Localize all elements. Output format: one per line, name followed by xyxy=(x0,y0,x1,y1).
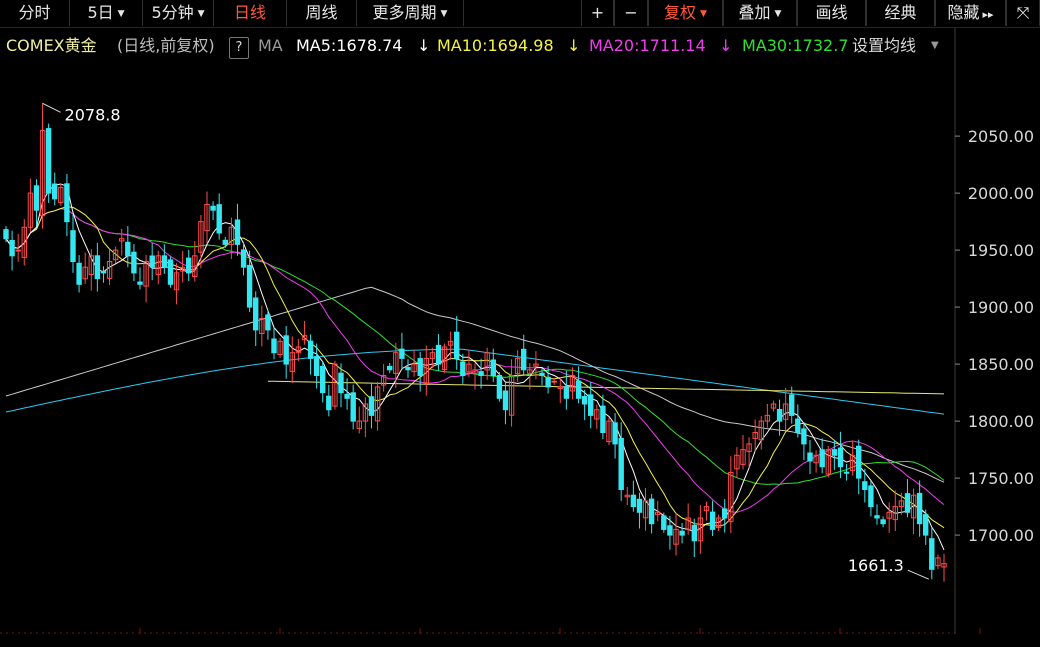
candle-body xyxy=(856,445,862,479)
candle-body xyxy=(545,376,551,388)
candle-body xyxy=(837,447,844,468)
candle-body xyxy=(588,394,594,416)
candle-body xyxy=(265,314,271,331)
candle-body xyxy=(874,515,880,519)
candle-body xyxy=(661,515,667,530)
candle-body xyxy=(125,241,131,257)
annotation-pointer xyxy=(42,102,61,113)
candle-body xyxy=(234,219,241,245)
candle-body xyxy=(100,270,107,274)
candle-body xyxy=(76,262,82,285)
y-tick-label: 2000.00 xyxy=(968,184,1034,203)
y-tick-label: 1750.00 xyxy=(968,469,1034,488)
candle-body xyxy=(149,255,155,268)
candle-body xyxy=(795,418,801,433)
candle-body xyxy=(52,183,58,200)
candle-body xyxy=(521,348,527,371)
candle-body xyxy=(923,514,929,536)
candle-body xyxy=(210,205,216,211)
candle-body xyxy=(636,498,643,513)
candle-body xyxy=(496,375,503,399)
candle-body xyxy=(801,428,807,445)
y-tick-label: 1900.00 xyxy=(968,298,1034,317)
candle-body xyxy=(283,335,289,365)
candle-body xyxy=(575,380,582,399)
candle-body xyxy=(216,204,222,234)
candle-body xyxy=(581,396,588,405)
candle-body xyxy=(320,365,326,394)
candle-body xyxy=(137,281,143,285)
candle-body xyxy=(405,367,411,371)
candle-body xyxy=(70,230,76,262)
candle-body xyxy=(454,331,460,359)
candle-body xyxy=(240,249,247,268)
candle-body xyxy=(916,492,923,525)
candle-body xyxy=(563,386,570,399)
y-tick-label: 1800.00 xyxy=(968,412,1034,431)
candle-body xyxy=(502,390,509,411)
candle-body xyxy=(435,344,442,365)
candle-body xyxy=(679,530,685,536)
candle-body xyxy=(843,471,850,474)
candle-body xyxy=(831,449,838,456)
candle-body xyxy=(45,128,52,194)
candle-body xyxy=(313,356,320,377)
candle-body xyxy=(186,257,192,274)
candle-body xyxy=(691,524,697,542)
candle-body xyxy=(253,297,259,331)
candle-body xyxy=(478,371,484,377)
y-tick-label: 1850.00 xyxy=(968,355,1034,374)
candlestick-chart: 1700.00 1750.00 1800.00 1850.00 1900.00 1950.… xyxy=(0,28,1034,634)
annotation-pointer xyxy=(907,569,930,580)
candle-body xyxy=(490,359,497,376)
candle-body xyxy=(161,255,168,268)
y-tick-label: 1700.00 xyxy=(968,526,1034,545)
candle-body xyxy=(94,255,101,280)
candle-body xyxy=(807,452,813,462)
candle-body xyxy=(880,519,886,525)
candle-body xyxy=(630,494,637,508)
y-tick-label: 2050.00 xyxy=(968,127,1034,146)
candle-body xyxy=(33,185,40,211)
y-tick-label: 1950.00 xyxy=(968,241,1034,260)
candle-body xyxy=(64,183,70,223)
candle-body xyxy=(709,511,716,530)
candle-body xyxy=(307,340,314,359)
candle-body xyxy=(551,380,557,383)
candle-body xyxy=(350,392,356,422)
candle-body xyxy=(868,485,874,508)
candle-body xyxy=(612,422,618,445)
candle-body xyxy=(929,538,935,570)
candle-body xyxy=(789,394,795,416)
candle-body xyxy=(648,498,655,525)
candle-body xyxy=(326,395,332,411)
candle-body xyxy=(819,449,825,468)
candle-body xyxy=(167,259,174,285)
peak-annotation: 2078.8 xyxy=(65,105,121,124)
candle-body xyxy=(246,264,253,308)
candle-body xyxy=(3,229,9,240)
candle-body xyxy=(271,338,277,354)
candle-body xyxy=(460,361,466,376)
candle-body xyxy=(862,481,868,491)
candle-body xyxy=(399,348,405,359)
candle-body xyxy=(667,525,673,536)
candle-body xyxy=(417,358,423,377)
candle-body xyxy=(387,365,393,371)
ma250-line xyxy=(267,380,945,395)
candle-body xyxy=(600,405,606,434)
candle-body xyxy=(9,240,15,257)
candle-body xyxy=(618,437,624,490)
candle-body xyxy=(344,393,350,399)
candle-body xyxy=(15,249,21,252)
candle-body xyxy=(904,493,911,513)
candle-body xyxy=(338,372,344,394)
candle-body xyxy=(722,508,728,519)
candle-body xyxy=(131,251,137,274)
candle-body xyxy=(776,409,783,422)
candle-body xyxy=(368,396,375,416)
candle-body xyxy=(222,239,229,245)
low-annotation: 1661.3 xyxy=(848,556,904,575)
candle-body xyxy=(539,372,545,377)
